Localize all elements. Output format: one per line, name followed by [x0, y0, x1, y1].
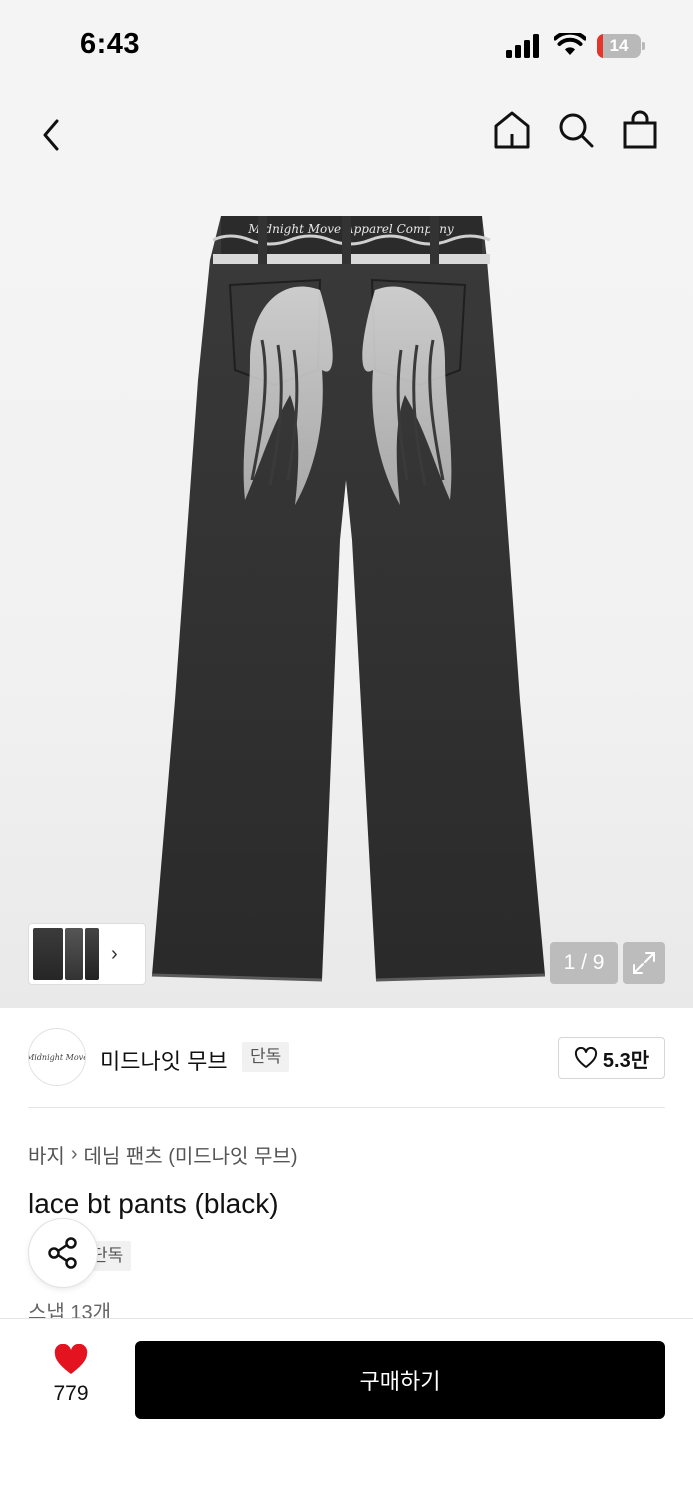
expand-button[interactable]	[623, 942, 665, 984]
search-button[interactable]	[554, 108, 598, 152]
brand-logo[interactable]: Midnight Move	[28, 1028, 86, 1086]
home-button[interactable]	[490, 108, 534, 152]
share-icon	[48, 1237, 77, 1269]
brand-like-button[interactable]: 5.3만	[558, 1037, 665, 1079]
cart-button[interactable]	[618, 108, 662, 152]
product-title: lace bt pants (black)	[28, 1188, 279, 1219]
exclusive-badge: 단독	[242, 1042, 290, 1072]
status-bar: 6:43 14	[0, 0, 693, 90]
top-navigation	[0, 90, 693, 180]
home-icon	[494, 111, 530, 149]
brand-row: Midnight Move 미드나잇 무브 단독 5.3만	[0, 1008, 693, 1108]
thumbnail-strip[interactable]: ›	[28, 923, 146, 985]
product-image-jeans[interactable]: Midnight Move Apparel Company	[0, 180, 693, 1008]
back-chevron-icon	[43, 119, 59, 151]
battery-icon: 14	[597, 34, 645, 58]
heart-filled-icon	[54, 1344, 88, 1374]
wifi-icon	[554, 33, 586, 55]
thumbnail-image[interactable]	[85, 928, 99, 980]
chevron-right-icon: ›	[70, 1143, 78, 1165]
cellular-signal-icon	[506, 34, 539, 58]
thumbnail-image[interactable]	[65, 928, 83, 980]
heart-outline-icon	[574, 1047, 597, 1068]
divider	[28, 1107, 665, 1108]
chevron-right-icon[interactable]: ›	[111, 943, 118, 966]
buy-button[interactable]: 구매하기	[135, 1341, 665, 1419]
status-time: 6:43	[80, 28, 141, 60]
shopping-bag-icon	[623, 110, 657, 149]
product-gallery[interactable]: Midnight Move Apparel Company › 1 / 9	[0, 180, 693, 1008]
expand-icon	[633, 952, 655, 974]
breadcrumb: 바지 › 데님 팬츠 (미드나잇 무브)	[28, 1140, 297, 1169]
image-counter: 1 / 9	[550, 942, 618, 984]
breadcrumb-category[interactable]: 바지	[28, 1140, 65, 1169]
breadcrumb-subcategory[interactable]: 데님 팬츠 (미드나잇 무브)	[83, 1140, 297, 1169]
snap-count[interactable]: 스냅 13개	[28, 1298, 111, 1318]
wishlist-button[interactable]: 779	[28, 1344, 114, 1414]
back-button[interactable]	[34, 112, 68, 158]
wishlist-count: 779	[53, 1382, 89, 1405]
search-icon	[559, 113, 594, 148]
brand-name[interactable]: 미드나잇 무브	[100, 1044, 228, 1076]
thumbnail-image[interactable]	[33, 928, 63, 980]
brand-like-count: 5.3만	[602, 1049, 650, 1072]
bottom-action-bar: 779 구매하기	[0, 1318, 693, 1500]
share-button[interactable]	[28, 1218, 98, 1288]
battery-level: 14	[609, 36, 629, 55]
